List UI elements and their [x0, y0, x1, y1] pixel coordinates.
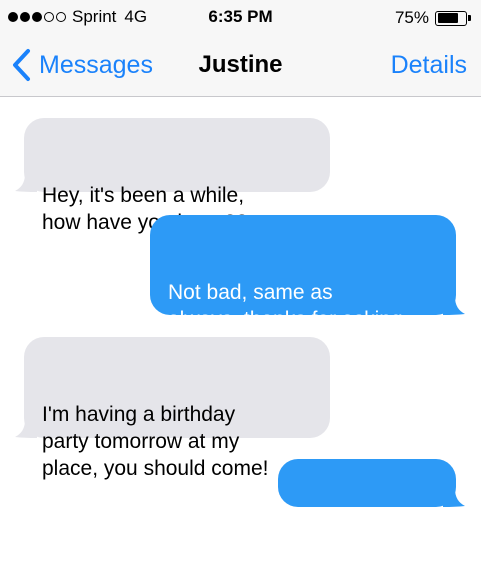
message-bubble-received[interactable]: I'm having a birthday party tomorrow at … — [15, 337, 330, 480]
battery-fill — [437, 13, 458, 23]
back-button-label: Messages — [39, 50, 153, 79]
battery-tip — [468, 15, 471, 21]
message-bubble-sent[interactable]: Haha maybe! — [278, 459, 465, 548]
signal-dot — [32, 12, 42, 22]
bubble-tail — [443, 297, 465, 315]
message-text: Haha maybe! — [296, 525, 421, 548]
signal-dot — [8, 12, 18, 22]
carrier-label: Sprint — [72, 7, 117, 26]
battery-indicator: 75% — [395, 8, 471, 28]
signal-dots-icon — [8, 12, 68, 22]
signal-dot — [20, 12, 30, 22]
message-text: I'm having a birthday party tomorrow at … — [42, 403, 269, 480]
bubble-tail — [443, 489, 465, 507]
battery-icon — [435, 10, 467, 26]
message-bubble-received[interactable]: Hey, it's been a while, how have you bee… — [15, 118, 330, 234]
navigation-bar: Messages Justine Details — [0, 34, 481, 97]
signal-dot — [44, 12, 54, 22]
signal-dot — [56, 12, 66, 22]
network-type: 4G — [124, 7, 148, 26]
message-list[interactable]: Hey, it's been a while, how have you bee… — [0, 97, 481, 570]
details-button[interactable]: Details — [391, 51, 467, 80]
back-button[interactable]: Messages — [10, 48, 153, 82]
battery-percent: 75% — [394, 8, 429, 27]
bubble-tail — [15, 420, 37, 438]
status-bar: Sprint 4G 6:35 PM 75% — [0, 0, 481, 34]
bubble-tail — [15, 174, 37, 192]
chevron-left-icon — [13, 49, 30, 81]
message-bubble-sent[interactable]: Not bad, same as always, thanks for aski… — [150, 215, 465, 358]
